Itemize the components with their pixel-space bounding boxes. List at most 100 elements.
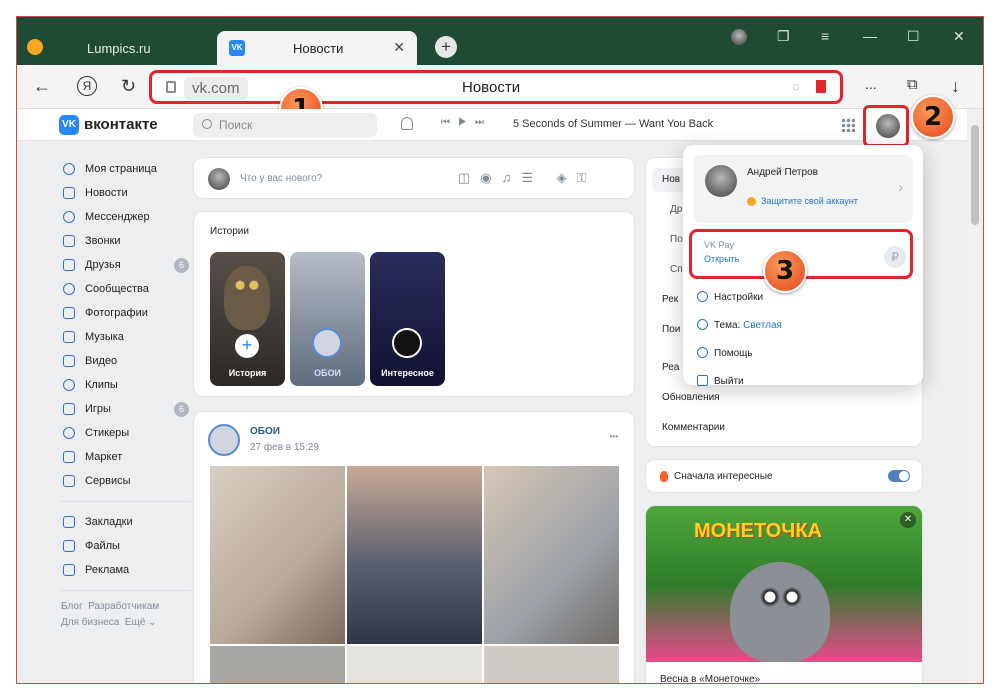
sidebar-item-news[interactable]: Новости xyxy=(61,181,191,205)
story-label: ОБОИ xyxy=(314,368,341,378)
profile-user-row[interactable]: Андрей Петров Защитите свой аккаунт › xyxy=(693,155,913,223)
post-date[interactable]: 27 фев в 15:29 xyxy=(250,442,319,453)
reload-button[interactable]: ↻ xyxy=(121,76,136,97)
sidebar-item-music[interactable]: Музыка xyxy=(61,325,191,349)
post-photo-1[interactable] xyxy=(210,466,345,644)
more-button[interactable]: ... xyxy=(865,76,877,92)
interesting-first-toggle[interactable] xyxy=(888,470,910,482)
sidebar-item-communities[interactable]: Сообщества xyxy=(61,277,191,301)
sidebar-item-bookmarks[interactable]: Закладки xyxy=(61,510,191,534)
collections-icon[interactable]: ❐ xyxy=(777,28,790,45)
logout-item[interactable]: Выйти xyxy=(697,375,744,387)
filter-item[interactable]: Сп xyxy=(670,264,683,275)
page-scrollbar[interactable] xyxy=(967,109,983,683)
communities-icon xyxy=(63,283,75,295)
url-page-title: Новости xyxy=(462,79,521,96)
minimize-button[interactable]: — xyxy=(863,28,877,44)
sidebar-item-video[interactable]: Видео xyxy=(61,349,191,373)
sidebar-item-photos[interactable]: Фотографии xyxy=(61,301,191,325)
message-icon xyxy=(63,211,75,223)
post-photo-4[interactable] xyxy=(210,646,345,683)
footer-dev-link[interactable]: Разработчикам xyxy=(88,601,159,612)
settings-item[interactable]: Настройки xyxy=(697,291,763,303)
vk-brand[interactable]: вконтакте xyxy=(84,116,158,133)
tab-news[interactable]: VK Новости ✕ xyxy=(217,31,417,65)
player-controls[interactable]: ⏮▶⏭ xyxy=(441,117,492,128)
story-oboi[interactable]: ОБОИ xyxy=(290,252,365,386)
sidebar-item-files[interactable]: Файлы xyxy=(61,534,191,558)
sidebar-item-ads[interactable]: Реклама xyxy=(61,558,191,582)
market-icon xyxy=(63,451,75,463)
footer-blog-link[interactable]: Блог xyxy=(61,601,83,612)
footer-more-link[interactable]: Ещё ⌄ xyxy=(125,617,157,628)
now-playing-track[interactable]: 5 Seconds of Summer — Want You Back xyxy=(513,118,713,130)
sidebar-item-games[interactable]: Игры 6 xyxy=(61,397,191,421)
warning-icon xyxy=(747,197,756,206)
filter-item-comments[interactable]: Комментарии xyxy=(662,422,725,433)
vk-pay-open-link[interactable]: Открыть xyxy=(704,254,739,264)
help-item[interactable]: Помощь xyxy=(697,347,753,359)
maximize-button[interactable]: ☐ xyxy=(907,28,920,45)
menu-icon[interactable]: ≡ xyxy=(821,28,829,44)
yandex-button[interactable]: Я xyxy=(77,76,97,96)
ad-caption[interactable]: Весна в «Монеточке» xyxy=(660,674,760,683)
close-window-button[interactable]: ✕ xyxy=(953,28,965,45)
filter-item[interactable]: Рек xyxy=(662,294,678,305)
ad-close-icon[interactable]: ✕ xyxy=(900,512,916,528)
filter-item-updates[interactable]: Обновления xyxy=(662,392,720,403)
ad-card[interactable]: МОНЕТОЧКА ✕ Весна в «Монеточке» xyxy=(645,505,923,683)
story-create[interactable]: + История xyxy=(210,252,285,386)
post-composer[interactable]: Что у вас нового? ◫◉♫☰ ◈⚿ xyxy=(193,157,635,199)
filter-item[interactable]: Др xyxy=(670,204,682,215)
tab-close-icon[interactable]: ✕ xyxy=(393,39,405,56)
sidebar-item-market[interactable]: Маркет xyxy=(61,445,191,469)
sidebar-item-friends[interactable]: Друзья 6 xyxy=(61,253,191,277)
owl-image xyxy=(224,266,270,330)
search-input[interactable]: Поиск xyxy=(193,113,377,137)
notifications-icon[interactable] xyxy=(401,117,413,130)
sidebar-item-stickers[interactable]: Стикеры xyxy=(61,421,191,445)
protect-account-link[interactable]: Защитите свой аккаунт xyxy=(761,196,858,206)
filter-item[interactable]: Реа xyxy=(662,362,679,373)
post-author[interactable]: ОБОИ xyxy=(250,426,280,437)
download-button[interactable]: ↓ xyxy=(951,76,960,97)
post-photo-6[interactable] xyxy=(484,646,619,683)
extensions-icon[interactable]: ⧉ xyxy=(907,76,918,93)
sidebar-item-messenger[interactable]: Мессенджер xyxy=(61,205,191,229)
post-photo-2[interactable] xyxy=(347,466,482,644)
scrollbar-thumb[interactable] xyxy=(971,125,979,225)
filter-item[interactable]: Нов xyxy=(662,174,680,185)
fire-icon xyxy=(660,471,668,482)
composer-attach-icons[interactable]: ◫◉♫☰ ◈⚿ xyxy=(458,170,597,186)
interesting-first-toggle-card[interactable]: Сначала интересные xyxy=(645,459,923,493)
bookmark-icon[interactable] xyxy=(816,80,826,93)
filter-item[interactable]: По xyxy=(670,234,683,245)
add-story-icon: + xyxy=(235,334,259,358)
sidebar-item-my-page[interactable]: Моя страница xyxy=(61,157,191,181)
sidebar-item-calls[interactable]: Звонки xyxy=(61,229,191,253)
profile-menu-button[interactable] xyxy=(863,105,909,147)
footer-biz-link[interactable]: Для бизнеса xyxy=(61,617,119,628)
vk-logo-icon[interactable]: VK xyxy=(59,115,79,135)
new-tab-button[interactable]: + xyxy=(435,36,457,58)
post-photo-3[interactable] xyxy=(484,466,619,644)
composer-input[interactable]: Что у вас нового? xyxy=(240,173,322,184)
tab-lumpics[interactable]: Lumpics.ru xyxy=(87,41,151,56)
sidebar-item-clips[interactable]: Клипы xyxy=(61,373,191,397)
url-field[interactable]: vk.com Новости ◌ xyxy=(149,70,843,104)
sidebar-item-services[interactable]: Сервисы xyxy=(61,469,191,493)
theme-item[interactable]: Тема: Светлая xyxy=(697,319,782,331)
story-interesting[interactable]: Интересное xyxy=(370,252,445,386)
browser-profile-avatar[interactable] xyxy=(731,29,747,45)
apps-grid-icon[interactable] xyxy=(841,118,855,132)
post-more-button[interactable]: ••• xyxy=(610,432,618,441)
post-author-avatar[interactable] xyxy=(208,424,240,456)
back-button[interactable]: ← xyxy=(33,76,51,97)
screenshot-frame: Lumpics.ru VK Новости ✕ + ❐ ≡ — ☐ ✕ ← Я … xyxy=(16,16,984,684)
filter-item[interactable]: Пои xyxy=(662,324,680,335)
chat-icon[interactable]: ◌ xyxy=(792,79,800,94)
sidebar-item-label: Новости xyxy=(85,187,128,199)
sidebar-item-label: Музыка xyxy=(85,331,124,343)
post-photo-5[interactable] xyxy=(347,646,482,683)
gamepad-icon xyxy=(63,403,75,415)
